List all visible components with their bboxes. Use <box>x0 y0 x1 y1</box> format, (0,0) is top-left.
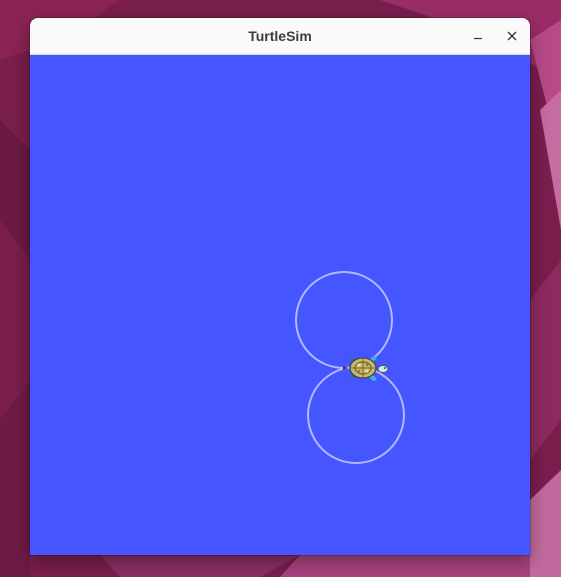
minimize-icon <box>474 37 482 40</box>
close-button[interactable] <box>499 23 525 49</box>
minimize-button[interactable] <box>465 23 491 49</box>
drawing-surface <box>30 55 530 555</box>
turtlesim-window: TurtleSim <box>30 18 530 555</box>
window-title: TurtleSim <box>248 28 312 44</box>
close-icon <box>507 31 517 41</box>
window-titlebar[interactable]: TurtleSim <box>30 18 530 55</box>
turtle-canvas[interactable] <box>30 55 530 555</box>
